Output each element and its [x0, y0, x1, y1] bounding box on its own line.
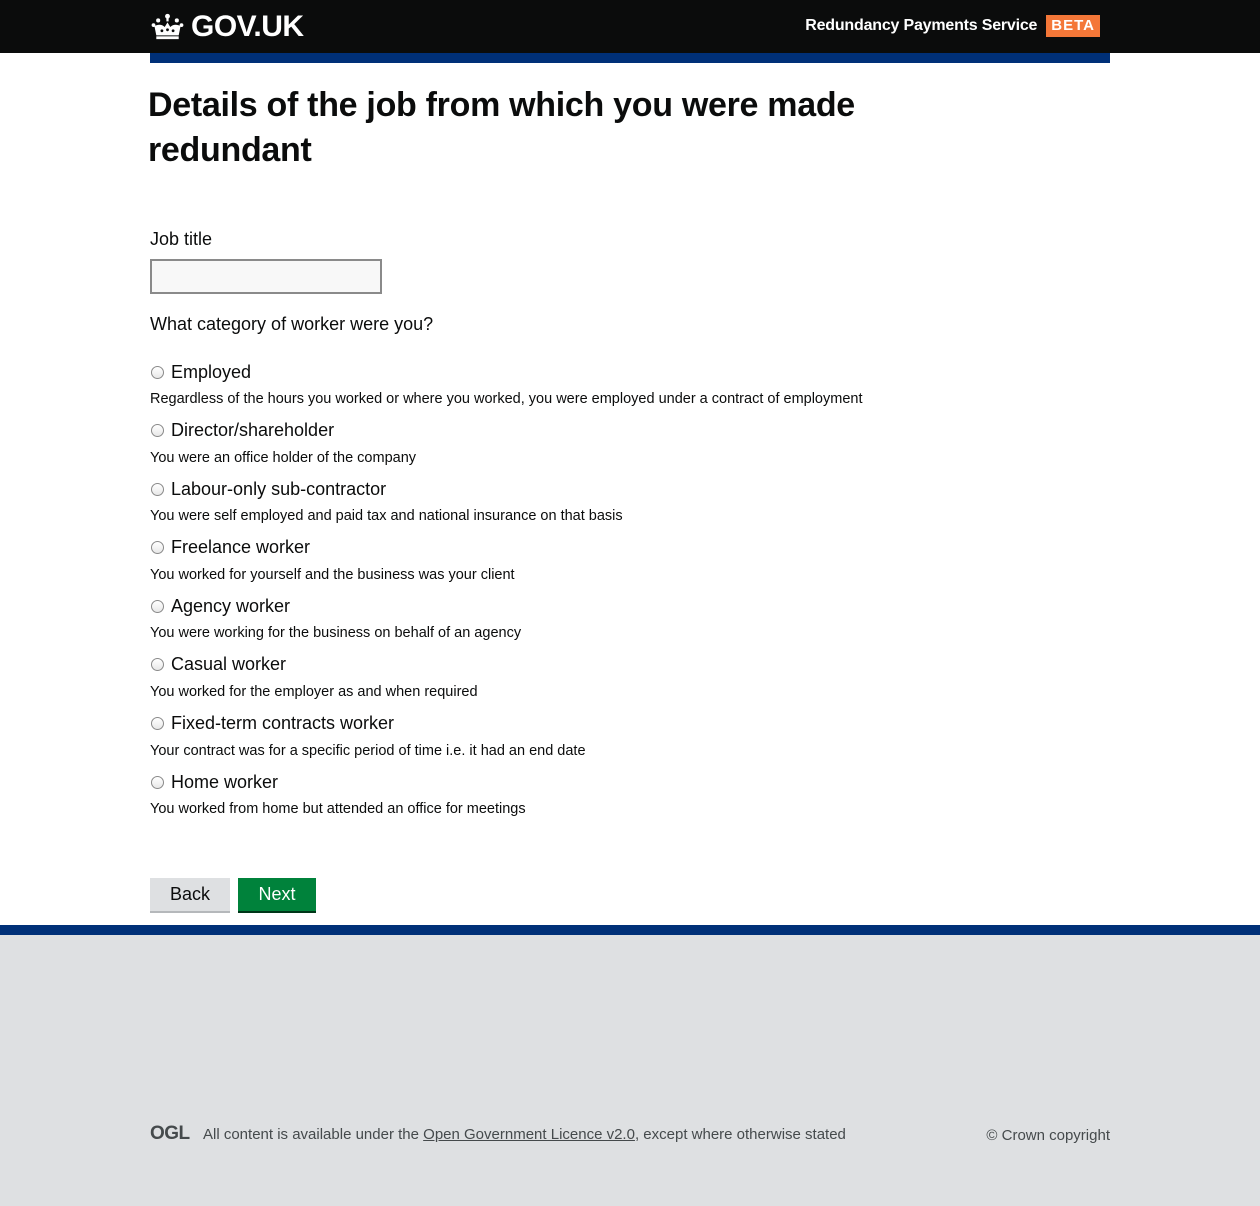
radio-option-employed[interactable]: Employed Regardless of the hours you wor… — [150, 359, 1110, 418]
service-name-link[interactable]: Redundancy Payments Service — [805, 17, 1037, 35]
radio-label[interactable]: Home worker — [171, 772, 278, 793]
radio-hint: Regardless of the hours you worked or wh… — [150, 391, 863, 407]
radio-label[interactable]: Freelance worker — [171, 537, 310, 558]
footer-container: OGL All content is available under the O… — [150, 935, 1110, 1206]
govuk-logo-link[interactable]: GOV.UK — [150, 11, 304, 43]
site-footer: OGL All content is available under the O… — [0, 925, 1260, 1206]
job-title-label: Job title — [150, 229, 213, 249]
radio-hint: You worked from home but attended an off… — [150, 801, 526, 818]
radio-label[interactable]: Casual worker — [171, 654, 286, 675]
phase-tag: BETA — [1046, 15, 1100, 37]
crown-icon — [151, 13, 184, 40]
radio-row[interactable]: Fixed-term contracts worker — [150, 711, 1110, 737]
radio-unchecked-icon[interactable] — [151, 599, 164, 613]
radio-row[interactable]: Casual worker — [150, 652, 1110, 678]
worker-category-legend: What category of worker were you? — [150, 314, 434, 334]
radio-hint: You were an office holder of the company — [150, 449, 417, 466]
next-button[interactable]: Next — [238, 878, 316, 911]
radio-unchecked-icon[interactable] — [151, 658, 164, 672]
licence-suffix: , except where otherwise stated — [634, 1126, 846, 1143]
radio-unchecked-icon[interactable] — [151, 717, 164, 731]
radio-label[interactable]: Labour-only sub-contractor — [171, 479, 386, 500]
radio-row[interactable]: Director/shareholder — [150, 418, 1110, 444]
radio-hint: You were working for the business on beh… — [150, 625, 522, 642]
radio-unchecked-icon[interactable] — [151, 775, 164, 789]
radio-row[interactable]: Home worker — [150, 769, 1110, 795]
header-container: GOV.UK Redundancy Payments Service BETA — [150, 0, 1110, 53]
job-title-input[interactable] — [150, 259, 382, 294]
radio-row[interactable]: Agency worker — [150, 593, 1110, 619]
licence-prefix: All content is available under the — [203, 1126, 419, 1143]
back-button[interactable]: Back — [150, 878, 230, 911]
radio-row[interactable]: Labour-only sub-contractor — [150, 476, 1110, 502]
radio-label[interactable]: Director/shareholder — [171, 420, 334, 441]
radio-label[interactable]: Agency worker — [171, 596, 290, 617]
radio-hint: You worked for yourself and the business… — [150, 566, 515, 583]
service-info: Redundancy Payments Service BETA — [805, 15, 1100, 37]
radio-option-freelance-worker[interactable]: Freelance worker You worked for yourself… — [150, 535, 1110, 594]
radio-row[interactable]: Freelance worker — [150, 535, 1110, 561]
radio-label[interactable]: Employed — [171, 362, 251, 383]
radio-option-home-worker[interactable]: Home worker You worked from home but att… — [150, 769, 1110, 828]
radio-hint: Your contract was for a specific period … — [150, 742, 586, 759]
radio-hint: You worked for the employer as and when … — [150, 683, 478, 700]
radio-option-fixed-term-contracts-worker[interactable]: Fixed-term contracts worker Your contrac… — [150, 711, 1110, 770]
radio-option-labour-only-sub-contractor[interactable]: Labour-only sub-contractor You were self… — [150, 476, 1110, 535]
radio-unchecked-icon[interactable] — [151, 424, 164, 438]
radio-unchecked-icon[interactable] — [151, 365, 164, 379]
radio-unchecked-icon[interactable] — [151, 482, 164, 496]
radio-label[interactable]: Fixed-term contracts worker — [171, 713, 394, 734]
licence-link[interactable]: Open Government Licence v2.0 — [423, 1126, 635, 1143]
site-header: GOV.UK Redundancy Payments Service BETA — [0, 0, 1260, 53]
licence-text: All content is available under the Open … — [203, 1126, 846, 1143]
logo-text: GOV.UK — [191, 10, 304, 43]
crown-copyright-link[interactable]: © Crown copyright — [986, 1127, 1110, 1144]
radio-row[interactable]: Employed — [150, 359, 1110, 385]
page-title: Details of the job from which you were m… — [148, 86, 855, 169]
radio-option-agency-worker[interactable]: Agency worker You were working for the b… — [150, 593, 1110, 652]
header-blue-bar — [150, 53, 1110, 63]
radio-option-casual-worker[interactable]: Casual worker You worked for the employe… — [150, 652, 1110, 711]
radio-unchecked-icon[interactable] — [151, 541, 164, 555]
ogl-logo-icon: OGL — [150, 1123, 190, 1144]
radio-option-director-shareholder[interactable]: Director/shareholder You were an office … — [150, 418, 1110, 477]
radio-hint: You were self employed and paid tax and … — [150, 508, 623, 525]
worker-category-radios: Employed Regardless of the hours you wor… — [150, 359, 1110, 828]
